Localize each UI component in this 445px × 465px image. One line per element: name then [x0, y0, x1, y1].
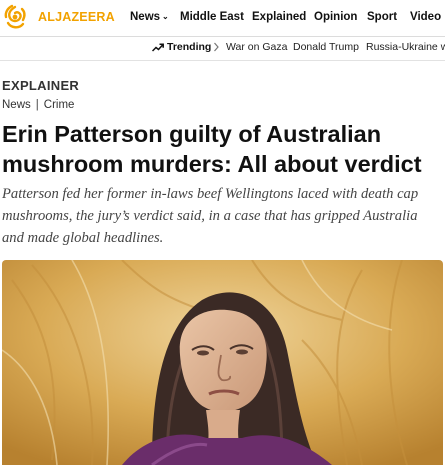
nav-item-video[interactable]: Video — [410, 11, 441, 23]
nav-item-explained[interactable]: Explained — [252, 11, 306, 23]
trending-up-icon — [152, 43, 164, 52]
trending-link-war-on-gaza[interactable]: War on Gaza — [226, 41, 287, 53]
breadcrumb-separator: | — [35, 99, 39, 111]
article-kicker: EXPLAINER — [2, 78, 80, 93]
chevron-right-icon — [214, 42, 219, 52]
trending-link-donald-trump[interactable]: Donald Trump — [293, 41, 359, 53]
trending-divider — [0, 60, 445, 61]
breadcrumb-news[interactable]: News — [2, 99, 31, 111]
nav-label-news: News — [130, 11, 161, 23]
nav-item-opinion[interactable]: Opinion — [314, 11, 357, 23]
breadcrumb-crime[interactable]: Crime — [44, 99, 75, 111]
nav-item-news[interactable]: News ⌄ — [130, 11, 169, 23]
site-header: ALJAZEERA News ⌄ Middle East Explained Op… — [0, 0, 445, 36]
trending-link-russia-ukraine[interactable]: Russia-Ukraine wa — [366, 41, 445, 53]
article-headline: Erin Patterson guilty of Australian mush… — [2, 121, 422, 177]
courtroom-sketch-illustration — [2, 260, 443, 465]
chevron-down-icon: ⌄ — [162, 12, 169, 21]
logo-wordmark[interactable]: ALJAZEERA — [38, 10, 115, 24]
trending-bar: Trending War on Gaza Donald Trump Russia… — [0, 37, 445, 59]
trending-label: Trending — [167, 41, 212, 53]
breadcrumb: News | Crime — [2, 99, 74, 111]
nav-item-middle-east[interactable]: Middle East — [180, 11, 244, 23]
al-jazeera-logo-icon[interactable] — [0, 3, 30, 33]
hero-image[interactable] — [2, 260, 443, 465]
article-dek: Patterson fed her former in-laws beef We… — [2, 186, 419, 246]
nav-item-sport[interactable]: Sport — [367, 11, 397, 23]
